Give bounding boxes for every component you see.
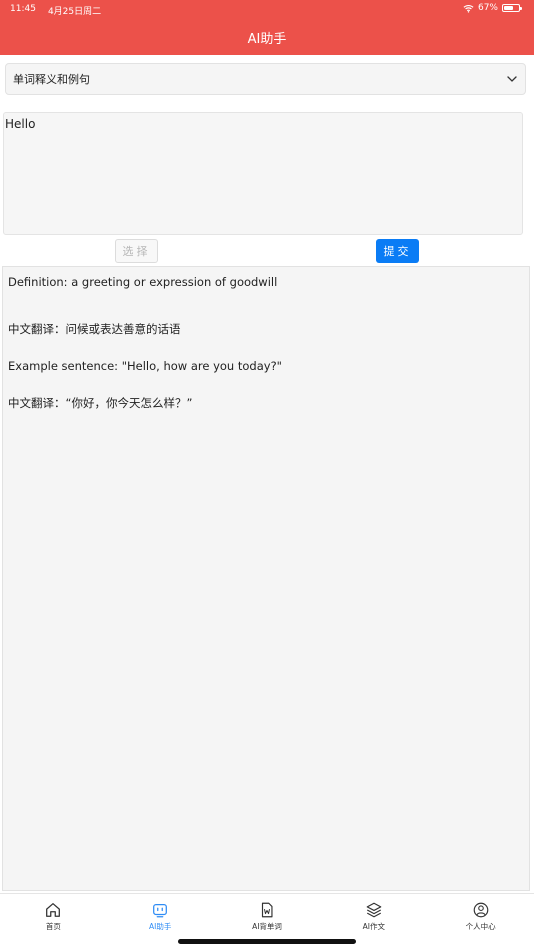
status-time: 11:45: [10, 4, 36, 14]
result-line: Definition: a greeting or expression of …: [8, 275, 278, 289]
tab-label: AI作文: [362, 922, 385, 931]
word-document-icon: [261, 902, 273, 918]
result-line: 中文翻译：问候或表达善意的话语: [8, 322, 181, 336]
result-line: Example sentence: "Hello, how are you to…: [8, 359, 282, 373]
wifi-icon: [463, 4, 474, 13]
result-output: Definition: a greeting or expression of …: [2, 266, 530, 891]
header: AI助手: [0, 20, 534, 55]
mode-selector[interactable]: 单词释义和例句: [5, 63, 526, 95]
user-icon: [473, 902, 488, 918]
home-icon: [46, 903, 61, 917]
result-line: 中文翻译：“你好，你今天怎么样？”: [8, 396, 193, 410]
battery-icon: [502, 4, 522, 12]
mode-selector-value: 单词释义和例句: [13, 73, 90, 86]
layers-icon: [366, 902, 382, 918]
robot-icon: [153, 903, 168, 918]
chevron-down-icon: [507, 76, 517, 82]
tab-label: 个人中心: [465, 922, 496, 931]
page-title: AI助手: [247, 32, 287, 47]
tab-label: 首页: [45, 922, 61, 931]
tab-label: AI助手: [149, 922, 172, 931]
submit-button[interactable]: 提交: [376, 239, 419, 263]
tab-home[interactable]: 首页: [0, 894, 107, 950]
battery-percent: 67%: [477, 3, 498, 13]
tab-label: AI背单词: [252, 922, 282, 931]
home-indicator: [178, 939, 356, 944]
status-date: 4月25日周二: [47, 7, 102, 17]
tab-profile[interactable]: 个人中心: [427, 894, 534, 950]
status-bar: 11:45 4月25日周二 67%: [0, 0, 534, 20]
word-input[interactable]: [3, 112, 523, 235]
select-button[interactable]: 选择: [115, 239, 158, 263]
battery-level: [504, 6, 514, 10]
